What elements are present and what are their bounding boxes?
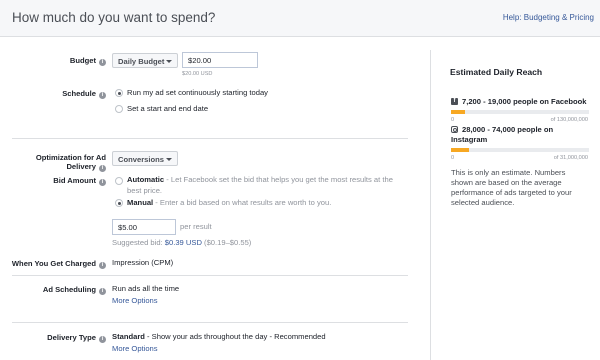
charged-value: Impression (CPM)	[112, 258, 174, 267]
schedule-label-row: Schedule i	[20, 89, 106, 99]
charged-label-row: When You Get Charged i	[6, 259, 106, 269]
bid-per-result: per result	[180, 222, 212, 231]
bid-manual-text[interactable]: Manual - Enter a bid based on what resul…	[127, 198, 331, 208]
delivery-type-desc: - Show your ads throughout the day - Rec…	[144, 332, 326, 341]
divider	[12, 275, 408, 276]
charged-label: When You Get Charged	[11, 259, 96, 268]
optimization-dropdown[interactable]: Conversions	[112, 151, 178, 166]
reach-instagram-text-line1: 28,000 - 74,000 people on	[462, 125, 554, 134]
help-icon[interactable]: i	[99, 336, 106, 343]
help-icon[interactable]: i	[99, 165, 106, 172]
estimated-reach-panel: Estimated Daily Reach f 7,200 - 19,000 p…	[430, 50, 600, 360]
divider	[12, 322, 408, 323]
budget-amount-input[interactable]: $20.00	[182, 52, 258, 68]
budget-type-value: Daily Budget	[118, 57, 165, 66]
reach-disclaimer-line2: shown are based on the average	[451, 178, 562, 187]
bid-manual-radio[interactable]	[115, 199, 123, 207]
reach-facebook-bar	[451, 110, 589, 114]
bid-automatic-radio[interactable]	[115, 177, 123, 185]
suggested-bid-range: ($0.19–$0.55)	[201, 238, 252, 247]
reach-instagram-bar-fill	[451, 148, 469, 152]
schedule-continuous-label[interactable]: Run my ad set continuously starting toda…	[127, 88, 268, 98]
reach-facebook-min: 0	[451, 117, 455, 123]
bid-automatic-desc-line2: best price.	[127, 186, 163, 195]
bid-manual-title: Manual	[127, 198, 154, 207]
reach-instagram-max: of 31,000,000	[553, 155, 588, 161]
suggested-bid: Suggested bid: $0.39 USD ($0.19–$0.55)	[112, 238, 251, 248]
caret-down-icon	[166, 60, 172, 63]
schedule-continuous-radio[interactable]	[115, 89, 123, 97]
budget-label: Budget	[69, 56, 96, 65]
optimization-value: Conversions	[118, 155, 164, 164]
optimization-label-line1: Optimization for Ad	[35, 153, 106, 162]
schedule-label: Schedule	[62, 89, 96, 98]
help-icon[interactable]: i	[99, 59, 106, 66]
reach-disclaimer-line3: performance of ads targeted to your	[451, 188, 572, 197]
delivery-type-value: Standard - Show your ads throughout the …	[112, 332, 326, 342]
page-title: How much do you want to spend?	[12, 10, 216, 25]
bid-amount-label-row: Bid Amount i	[20, 176, 106, 186]
bid-automatic-desc: - Let Facebook set the bid that helps yo…	[164, 175, 393, 184]
caret-down-icon	[166, 158, 172, 161]
ad-scheduling-label: Ad Scheduling	[42, 285, 96, 294]
delivery-type-label: Delivery Type	[47, 333, 96, 342]
budget-amount-note: $20.00 USD	[182, 71, 213, 77]
suggested-bid-value[interactable]: $0.39 USD	[165, 238, 202, 247]
help-icon[interactable]: i	[99, 179, 106, 186]
suggested-bid-prefix: Suggested bid:	[112, 238, 165, 247]
reach-instagram-text-line2: Instagram	[451, 135, 488, 144]
ad-scheduling-value: Run ads all the time	[112, 284, 180, 293]
help-icon[interactable]: i	[99, 262, 106, 269]
reach-disclaimer-line1: This is only an estimate. Numbers	[451, 168, 566, 177]
instagram-icon	[451, 126, 458, 133]
schedule-dates-label[interactable]: Set a start and end date	[127, 104, 208, 114]
ad-scheduling-more-options[interactable]: More Options	[112, 296, 158, 306]
reach-disclaimer-line4: selected audience.	[451, 198, 515, 207]
budget-label-row: Budget i	[20, 56, 106, 66]
divider	[12, 138, 408, 139]
reach-facebook-bar-fill	[451, 110, 465, 114]
help-icon[interactable]: i	[99, 92, 106, 99]
bid-automatic-text[interactable]: Automatic - Let Facebook set the bid tha…	[127, 175, 407, 185]
header-bar: How much do you want to spend? Help: Bud…	[0, 0, 600, 37]
delivery-type-label-row: Delivery Type i	[20, 333, 106, 343]
schedule-dates-radio[interactable]	[115, 105, 123, 113]
bid-amount-label: Bid Amount	[53, 176, 96, 185]
bid-amount-input[interactable]: $5.00	[112, 219, 176, 235]
help-icon[interactable]: i	[99, 288, 106, 295]
bid-manual-desc: - Enter a bid based on what results are …	[153, 198, 332, 207]
reach-instagram-bar	[451, 148, 589, 152]
delivery-type-more-options[interactable]: More Options	[112, 344, 158, 354]
ad-scheduling-label-row: Ad Scheduling i	[20, 285, 106, 295]
reach-title: Estimated Daily Reach	[450, 67, 543, 77]
delivery-type-standard: Standard	[112, 332, 145, 341]
reach-facebook-text: 7,200 - 19,000 people on Facebook	[462, 97, 587, 106]
optimization-label-row: Optimization for Ad Delivery i	[10, 153, 106, 172]
bid-automatic-title: Automatic	[127, 175, 165, 184]
reach-instagram-min: 0	[451, 155, 455, 161]
optimization-label-line2: Delivery	[66, 162, 96, 171]
budget-type-dropdown[interactable]: Daily Budget	[112, 53, 178, 68]
facebook-icon: f	[451, 98, 458, 105]
reach-facebook-max: of 130,000,000	[550, 117, 588, 123]
help-link[interactable]: Help: Budgeting & Pricing	[503, 13, 594, 22]
